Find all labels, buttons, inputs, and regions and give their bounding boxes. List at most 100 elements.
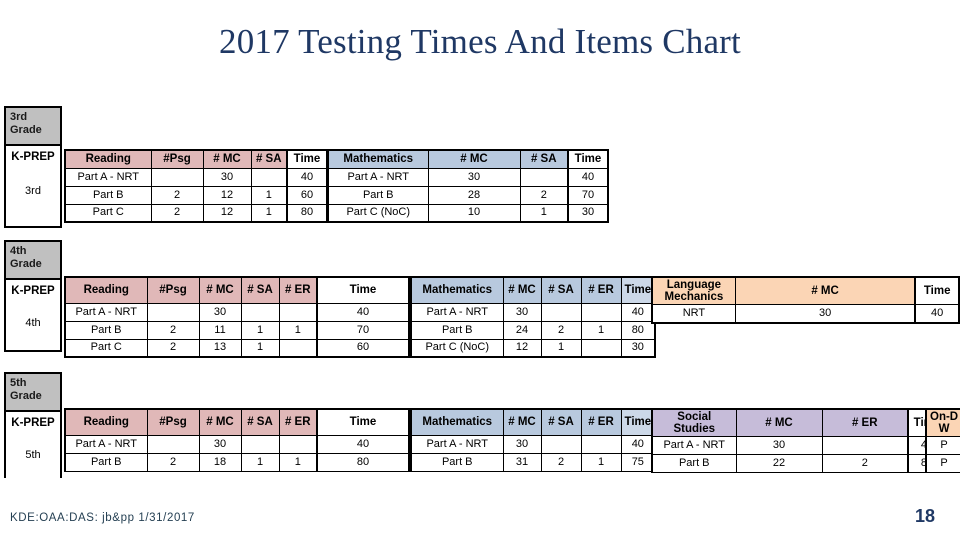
- cell: 10: [427, 203, 521, 223]
- cell: Part A - NRT: [651, 436, 737, 455]
- cell: 30: [502, 302, 542, 322]
- cell: 1: [240, 452, 280, 472]
- table-row: Part B 22 2 85: [651, 454, 947, 473]
- grade4-reading-er-header: # ER: [278, 276, 318, 304]
- cell: 30: [735, 436, 823, 455]
- cell: 2: [540, 452, 582, 472]
- cell: Part B: [651, 454, 737, 473]
- cell: 2: [146, 338, 200, 358]
- page-title: 2017 Testing Times And Items Chart: [219, 22, 741, 61]
- cell: 60: [316, 338, 410, 358]
- grade4-language-time-header: Time: [914, 276, 960, 305]
- grade3-grade-label: 3rd: [25, 185, 41, 197]
- grade4-tag-line2: Grade: [10, 258, 42, 270]
- grade3-reading-sa-header: # SA: [250, 149, 288, 169]
- cell: [240, 302, 280, 322]
- grade4-math-header: Mathematics: [410, 276, 504, 304]
- grade4-math-mc-header: # MC: [502, 276, 542, 304]
- cell: Part C: [64, 338, 148, 358]
- cell: [250, 167, 288, 187]
- grade4-reading-mc-header: # MC: [198, 276, 242, 304]
- table-row: Part C (NoC) 12 1 30: [410, 338, 657, 358]
- table-row: Part B 28 2 70: [327, 185, 609, 205]
- cell: Part B: [64, 320, 148, 340]
- cell: 40: [316, 302, 410, 322]
- table-header-row: On-D W: [925, 408, 960, 437]
- cell: [278, 434, 318, 454]
- grade5-math-sa-header: # SA: [540, 408, 582, 436]
- social-header-line2: Studies: [673, 423, 716, 435]
- cell: 1: [250, 185, 288, 205]
- cell: 30: [202, 167, 252, 187]
- grade3-kprep-label: K-PREP: [11, 151, 55, 163]
- grade5-math-er-header: # ER: [580, 408, 622, 436]
- table-row: P: [925, 436, 960, 455]
- cell: 1: [278, 452, 318, 472]
- cell: 12: [202, 185, 252, 205]
- grade5-reading-psg-header: #Psg: [146, 408, 200, 436]
- grade5-reading-header: Reading: [64, 408, 148, 436]
- cell: Part C (NoC): [410, 338, 504, 358]
- cell: [278, 302, 318, 322]
- grade4-tag-line1: 4th: [10, 245, 27, 257]
- grade4-reading-sa-header: # SA: [240, 276, 280, 304]
- page-number: 18: [915, 506, 936, 526]
- cell: [580, 302, 622, 322]
- grade4-reading-table: Reading #Psg # MC # SA # ER Time Part A …: [64, 276, 410, 358]
- cell: 18: [198, 452, 242, 472]
- grade5-grade-label: 5th: [25, 449, 41, 461]
- grade4-language-header: Language Mechanics: [650, 276, 736, 305]
- grade5-tag: 5th Grade: [4, 372, 62, 412]
- grade3-reading-table: Reading #Psg # MC # SA Time Part A - NRT…: [64, 149, 328, 223]
- grade5-reading-mc-header: # MC: [198, 408, 242, 436]
- cell: 2: [821, 454, 909, 473]
- cell: 1: [240, 338, 280, 358]
- cell: Part B: [327, 185, 429, 205]
- cell: 12: [502, 338, 542, 358]
- grade4-reading-header: Reading: [64, 276, 148, 304]
- table-row: Part A - NRT 30 40: [64, 302, 410, 322]
- grade5-tag-line2: Grade: [10, 390, 42, 402]
- cell: [150, 167, 204, 187]
- cell: 28: [427, 185, 521, 205]
- table-header-row: Reading #Psg # MC # SA Time: [64, 149, 328, 169]
- cell: [240, 434, 280, 454]
- table-row: Part C 2 13 1 60: [64, 338, 410, 358]
- grade3-math-time-header: Time: [567, 149, 609, 169]
- grade5-social-mc-header: # MC: [735, 408, 823, 437]
- cell: 2: [146, 452, 200, 472]
- cell: 30: [427, 167, 521, 187]
- cell: [519, 167, 569, 187]
- grade5-math-header: Mathematics: [410, 408, 504, 436]
- grade3-math-sa-header: # SA: [519, 149, 569, 169]
- cell: Part C: [64, 203, 152, 223]
- grade4-kprep-column: K-PREP 4th: [4, 280, 62, 352]
- table-header-row: Mathematics # MC # SA # ER Time: [410, 408, 657, 436]
- table-row: Part A - NRT 30 40: [410, 434, 657, 454]
- social-header-line1: Social: [677, 411, 712, 423]
- grade5-social-header: Social Studies: [651, 408, 737, 437]
- table-row: Part A - NRT 30 40: [410, 302, 657, 322]
- cell: [278, 338, 318, 358]
- cell: 60: [286, 185, 328, 205]
- grade3-kprep-column: K-PREP 3rd: [4, 146, 62, 228]
- cell: Part C (NoC): [327, 203, 429, 223]
- table-row: Part B 24 2 1 80: [410, 320, 657, 340]
- table-row: P: [925, 454, 960, 473]
- grade3-reading-psg-header: #Psg: [150, 149, 204, 169]
- cell: NRT: [650, 304, 736, 324]
- cell: 40: [286, 167, 328, 187]
- cell: 30: [567, 203, 609, 223]
- grade3-mathematics-table: Mathematics # MC # SA Time Part A - NRT …: [327, 149, 609, 223]
- grade4-language-mc-header: # MC: [734, 276, 917, 305]
- cell: [540, 302, 582, 322]
- cell: 40: [316, 434, 410, 454]
- cell: 1: [278, 320, 318, 340]
- table-header-row: Social Studies # MC # ER Time: [651, 408, 947, 437]
- grade3-reading-time-header: Time: [286, 149, 328, 169]
- grade4-kprep-label: K-PREP: [11, 285, 55, 297]
- grade3-table-block: 3rd Grade K-PREP 3rd Reading #Psg # MC #…: [0, 104, 960, 230]
- cell: 22: [735, 454, 823, 473]
- cell: 40: [567, 167, 609, 187]
- table-row: Part C (NoC) 10 1 30: [327, 203, 609, 223]
